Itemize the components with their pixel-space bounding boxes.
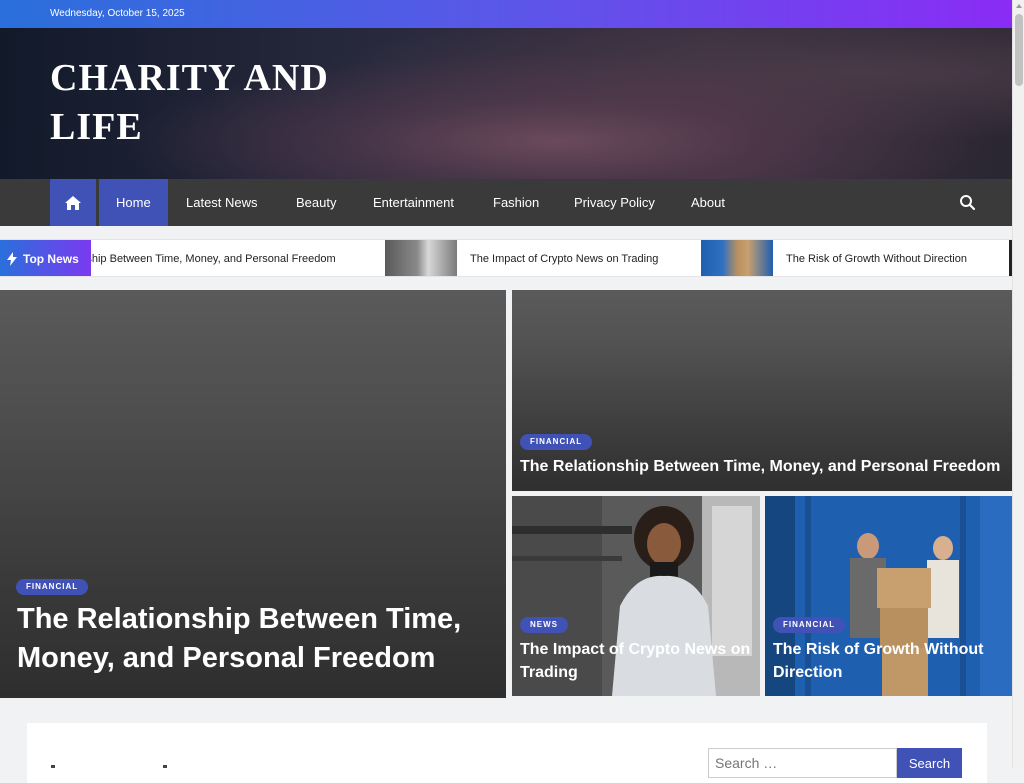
post-title[interactable]: The Risk of Growth Without Direction (773, 638, 1008, 684)
featured-post-bottom-right[interactable]: FINANCIAL The Risk of Growth Without Dir… (765, 496, 1012, 696)
page-scrollbar[interactable] (1012, 0, 1024, 768)
search-icon (960, 195, 976, 211)
site-title[interactable]: CHARITY AND LIFE (50, 54, 370, 152)
nav-item-fashion[interactable]: Fashion (476, 179, 556, 226)
ticker-item-thumbnail[interactable] (701, 240, 773, 276)
ticker-item-thumbnail[interactable] (385, 240, 457, 276)
nav-item-home[interactable]: Home (99, 179, 168, 226)
category-badge[interactable]: FINANCIAL (773, 617, 846, 633)
sidebar-search-input[interactable] (708, 748, 897, 778)
ticker-item[interactable]: The Impact of Crypto News on Trading (470, 240, 658, 276)
partial-content-glyphs (51, 765, 251, 769)
scrollbar-thumb[interactable] (1015, 14, 1023, 86)
sidebar-search-button[interactable]: Search (897, 748, 962, 778)
featured-post-main[interactable]: FINANCIAL The Relationship Between Time,… (0, 290, 506, 698)
main-navigation: Home Latest News Beauty Entertainment Fa… (0, 179, 1012, 226)
category-badge[interactable]: NEWS (520, 617, 568, 633)
nav-item-entertainment[interactable]: Entertainment (356, 179, 471, 226)
ticker-item[interactable]: The Risk of Growth Without Direction (786, 240, 967, 276)
category-badge[interactable]: FINANCIAL (520, 434, 593, 450)
nav-item-about[interactable]: About (674, 179, 742, 226)
nav-item-latest-news[interactable]: Latest News (169, 179, 275, 226)
search-toggle-button[interactable] (958, 193, 978, 213)
current-date: Wednesday, October 15, 2025 (50, 8, 185, 19)
content-area: Search (27, 723, 987, 783)
scroll-up-arrow-icon[interactable] (1016, 4, 1022, 8)
top-news-label: Top News (0, 240, 91, 276)
nav-item-privacy-policy[interactable]: Privacy Policy (557, 179, 672, 226)
top-bar: Wednesday, October 15, 2025 (0, 0, 1012, 28)
post-title[interactable]: The Impact of Crypto News on Trading (520, 638, 755, 684)
featured-post-bottom-left[interactable]: NEWS The Impact of Crypto News on Tradin… (512, 496, 760, 696)
lightning-icon (7, 252, 17, 266)
post-title[interactable]: The Relationship Between Time, Money, an… (17, 600, 487, 678)
top-news-ticker: Top News The Relationship Between Time, … (0, 239, 1012, 277)
home-icon-button[interactable] (50, 179, 96, 226)
category-badge[interactable]: FINANCIAL (16, 579, 89, 595)
nav-item-beauty[interactable]: Beauty (279, 179, 353, 226)
top-news-label-text: Top News (23, 252, 79, 266)
featured-post-top-right[interactable]: FINANCIAL The Relationship Between Time,… (512, 290, 1012, 491)
home-icon (65, 195, 81, 210)
post-title[interactable]: The Relationship Between Time, Money, an… (520, 456, 1010, 478)
site-header: CHARITY AND LIFE (0, 28, 1012, 179)
